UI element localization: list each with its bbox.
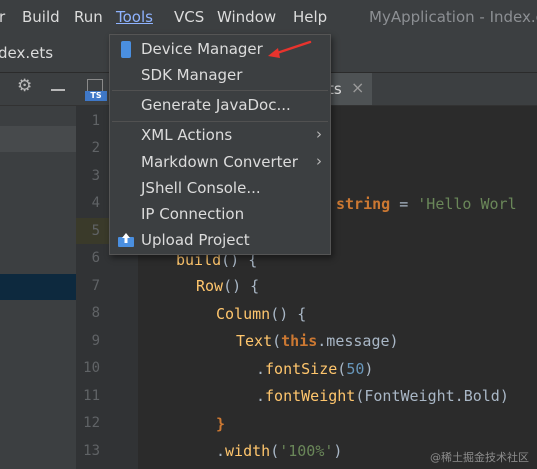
menu-vcs[interactable]: VCS <box>174 8 204 26</box>
tools-menu-dropdown: Device Manager SDK Manager Generate Java… <box>109 34 331 255</box>
code-token: fontSize <box>265 360 338 378</box>
menu-item-label: Device Manager <box>141 40 263 58</box>
code-token: ( <box>270 442 280 460</box>
close-icon[interactable]: × <box>351 78 364 97</box>
menu-window[interactable]: Window <box>217 8 276 26</box>
menu-separator <box>112 121 328 122</box>
watermark: @稀土掘金技术社区 <box>430 451 529 464</box>
code-token: Column <box>216 305 271 323</box>
code-line-9: Text(this.message) <box>236 331 399 351</box>
menu-item-label: Markdown Converter <box>141 153 298 171</box>
menu-item-label: Generate JavaDoc... <box>141 96 291 114</box>
menu-build[interactable]: Build <box>22 8 60 26</box>
code-token: Row <box>196 277 224 295</box>
line-number: 2 <box>91 140 100 156</box>
code-token: . <box>216 442 226 460</box>
menu-run[interactable]: Run <box>74 8 103 26</box>
line-number: 10 <box>83 360 100 376</box>
code-token: 'Hello Worl <box>417 195 517 213</box>
line-number: 7 <box>91 278 100 294</box>
code-token: Text <box>236 332 273 350</box>
line-number: 11 <box>83 388 100 404</box>
menu-refactor[interactable]: r <box>0 8 5 26</box>
ts-badge-label: TS <box>85 91 107 101</box>
code-token: ( <box>272 332 282 350</box>
code-line-10: .fontSize(50) <box>256 359 373 379</box>
code-line-8: Column() { <box>216 304 306 324</box>
code-token: (FontWeight.Bold) <box>355 387 509 405</box>
line-number: 5 <box>91 223 100 239</box>
line-number: 13 <box>83 443 100 459</box>
code-token: this <box>281 332 318 350</box>
line-number: 8 <box>91 305 100 321</box>
code-token: 50 <box>346 360 365 378</box>
line-number: 4 <box>91 195 100 211</box>
minimize-icon[interactable] <box>51 89 65 91</box>
menu-item-generate-javadoc[interactable]: Generate JavaDoc... <box>110 93 330 118</box>
ts-file-icon: TS <box>85 79 107 101</box>
line-number: 12 <box>83 415 100 431</box>
menu-item-label: JShell Console... <box>141 179 261 197</box>
code-token: . <box>256 360 266 378</box>
menu-item-label: SDK Manager <box>141 66 243 84</box>
submenu-arrow-icon: › <box>316 125 322 143</box>
code-token: () { <box>223 277 260 295</box>
code-token: width <box>225 442 271 460</box>
line-number: 9 <box>91 333 100 349</box>
menu-item-label: XML Actions <box>141 126 233 144</box>
code-token: string <box>336 195 391 213</box>
code-line-11: .fontWeight(FontWeight.Bold) <box>256 386 509 406</box>
menu-item-ip-connection[interactable]: IP Connection <box>110 202 330 227</box>
project-row-selected[interactable] <box>0 274 76 300</box>
menu-item-upload-project[interactable]: Upload Project <box>110 228 330 253</box>
code-token: .message) <box>317 332 399 350</box>
code-token: . <box>256 387 266 405</box>
menu-item-jshell-console[interactable]: JShell Console... <box>110 176 330 201</box>
submenu-arrow-icon: › <box>316 152 322 170</box>
menu-item-sdk-manager[interactable]: SDK Manager <box>110 63 330 88</box>
line-number: 6 <box>91 250 100 266</box>
phone-icon <box>121 41 131 58</box>
code-line-7: Row() { <box>196 276 259 296</box>
gear-icon[interactable]: ⚙ <box>17 76 32 96</box>
upload-icon <box>118 233 134 247</box>
project-row-highlight[interactable] <box>0 126 76 152</box>
menu-help[interactable]: Help <box>293 8 327 26</box>
code-token: } <box>216 415 226 433</box>
code-token: fontWeight <box>265 387 356 405</box>
menu-item-markdown-converter[interactable]: Markdown Converter › <box>110 150 330 175</box>
menu-item-label: IP Connection <box>141 205 245 223</box>
menu-item-xml-actions[interactable]: XML Actions › <box>110 123 330 148</box>
code-token: '100%' <box>279 442 334 460</box>
menu-item-label: Upload Project <box>141 231 250 249</box>
menu-bar: r Build Run Tools VCS Window Help MyAppl… <box>0 0 537 36</box>
code-token: ) <box>333 442 343 460</box>
window-title: MyApplication - Index.et <box>369 8 537 26</box>
code-line-13: .width('100%') <box>216 441 342 461</box>
line-number: 3 <box>91 168 100 184</box>
code-token: () { <box>270 305 307 323</box>
code-line-4: string = 'Hello Worl <box>336 194 517 214</box>
menu-tools[interactable]: Tools <box>116 8 153 26</box>
line-number: 1 <box>91 113 100 129</box>
code-line-12: } <box>216 414 225 434</box>
annotation-arrow-icon <box>268 40 312 58</box>
code-token: ( <box>337 360 347 378</box>
file-tab-label[interactable]: dex.ets <box>0 44 53 62</box>
code-token: = <box>390 195 418 213</box>
code-token: ) <box>364 360 374 378</box>
menu-separator <box>112 90 328 91</box>
